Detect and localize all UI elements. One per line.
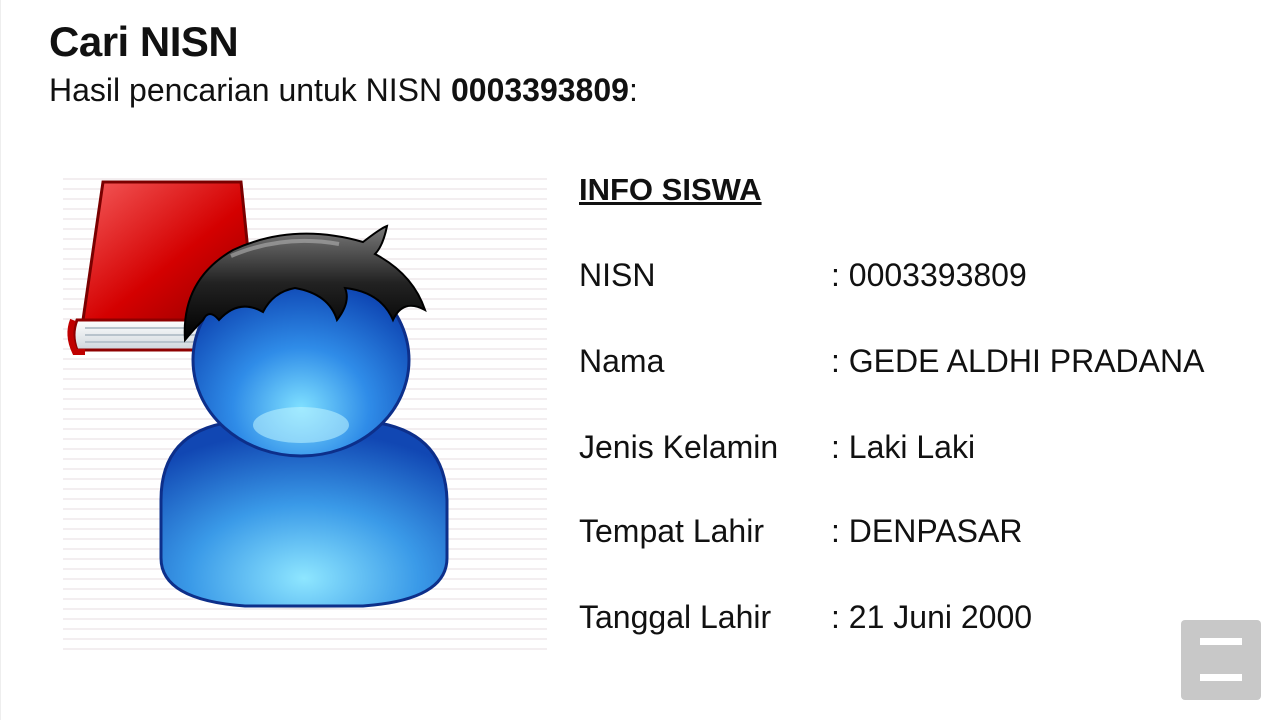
page-title: Cari NISN <box>49 18 239 65</box>
caption-suffix: : <box>628 72 638 108</box>
student-info-panel: INFO SISWA NISN : 0003393809 Nama : GEDE… <box>579 170 1204 635</box>
info-value: : 21 Juni 2000 <box>831 599 1033 635</box>
info-value: : Laki Laki <box>831 429 976 465</box>
info-heading: INFO SISWA <box>579 172 762 207</box>
info-value: : 0003393809 <box>831 257 1027 293</box>
caption-prefix: Hasil pencarian untuk NISN <box>49 72 451 108</box>
student-user-icon <box>67 180 449 610</box>
info-value: : DENPASAR <box>831 513 1023 549</box>
student-photo <box>63 170 547 652</box>
info-label: Jenis Kelamin <box>579 429 779 465</box>
menu-button[interactable] <box>1181 620 1261 700</box>
caption-nisn: 0003393809 <box>450 72 629 108</box>
info-label: NISN <box>579 257 656 293</box>
info-label: Nama <box>579 343 665 379</box>
info-value: : GEDE ALDHI PRADANA <box>831 343 1205 379</box>
info-label: Tanggal Lahir <box>579 599 772 635</box>
info-label: Tempat Lahir <box>579 513 764 549</box>
page: Cari NISN Hasil pencarian untuk NISN 000… <box>0 0 1280 720</box>
search-result-caption: Hasil pencarian untuk NISN 0003393809: <box>49 72 638 109</box>
